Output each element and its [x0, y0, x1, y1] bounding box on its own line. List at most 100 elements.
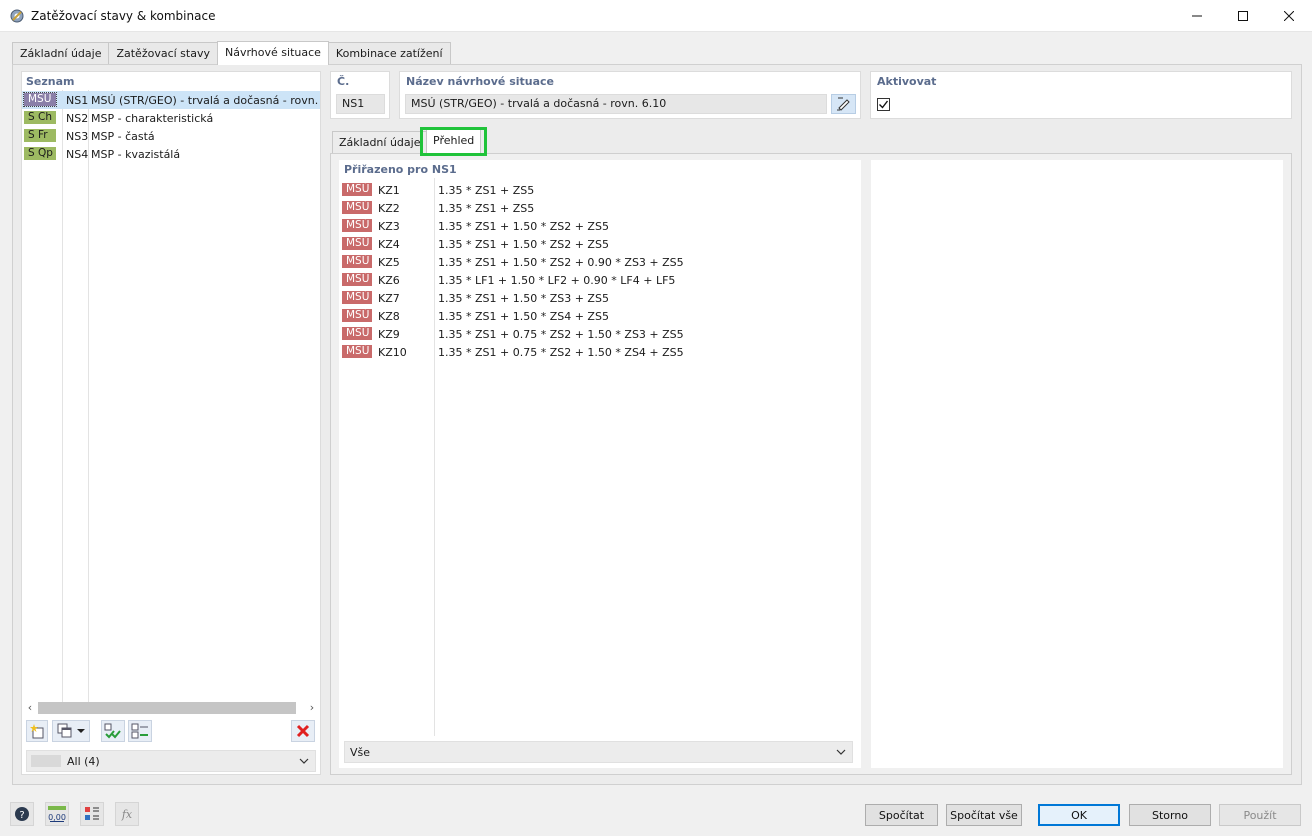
chevron-down-icon — [836, 749, 846, 755]
item-name: MSP - charakteristická — [91, 112, 214, 125]
activate-checkbox[interactable] — [877, 98, 890, 111]
units-button[interactable]: 0,00 — [45, 802, 69, 826]
combination-expression: 1.35 * ZS1 + ZS5 — [438, 202, 535, 215]
compute-button[interactable]: Spočítat — [865, 804, 938, 826]
number-label: Č. — [337, 75, 350, 88]
delete-icon — [296, 724, 310, 738]
uls-badge: MSÚ — [342, 255, 372, 268]
formula-button[interactable]: fx — [115, 802, 139, 826]
list-item-ns1[interactable]: MSÚ NS1 MSÚ (STR/GEO) - trvalá a dočasná… — [22, 91, 320, 109]
assigned-title: Přiřazeno pro NS1 — [344, 163, 457, 176]
combination-expression: 1.35 * ZS1 + 1.50 * ZS3 + ZS5 — [438, 292, 609, 305]
combination-expression: 1.35 * ZS1 + 1.50 * ZS2 + ZS5 — [438, 220, 609, 233]
combination-expression: 1.35 * ZS1 + 1.50 * ZS4 + ZS5 — [438, 310, 609, 323]
combination-row[interactable]: MSÚ KZ9 1.35 * ZS1 + 0.75 * ZS2 + 1.50 *… — [339, 325, 859, 343]
close-icon — [1284, 11, 1294, 21]
item-name: MSÚ (STR/GEO) - trvalá a dočasná - rovn.… — [91, 94, 320, 107]
uls-badge: MSÚ — [342, 345, 372, 358]
uncheck-icon — [131, 723, 148, 739]
maximize-button[interactable] — [1220, 0, 1266, 32]
filter-value: Vše — [350, 746, 371, 759]
svg-text:0,00: 0,00 — [48, 813, 66, 822]
copy-item-button[interactable] — [52, 720, 90, 742]
scroll-right-icon[interactable]: › — [306, 700, 318, 715]
combination-row[interactable]: MSÚ KZ4 1.35 * ZS1 + 1.50 * ZS2 + ZS5 — [339, 235, 859, 253]
combination-row[interactable]: MSÚ KZ7 1.35 * ZS1 + 1.50 * ZS3 + ZS5 — [339, 289, 859, 307]
filter-color-swatch — [31, 755, 61, 767]
type-badge: MSÚ — [23, 92, 57, 107]
ok-button[interactable]: OK — [1038, 804, 1120, 826]
maximize-icon — [1238, 11, 1248, 21]
combination-row[interactable]: MSÚ KZ3 1.35 * ZS1 + 1.50 * ZS2 + ZS5 — [339, 217, 859, 235]
list-item-ns2[interactable]: S Ch NS2 MSP - charakteristická — [22, 109, 320, 127]
delete-button[interactable] — [291, 720, 315, 742]
window-title: Zatěžovací stavy & kombinace — [31, 9, 216, 23]
check-all-button[interactable] — [101, 720, 125, 742]
uncheck-button[interactable] — [128, 720, 152, 742]
title-bar: Zatěžovací stavy & kombinace — [0, 0, 1312, 32]
tab-load-cases[interactable]: Zatěžovací stavy — [108, 42, 218, 64]
uls-badge: MSÚ — [342, 183, 372, 196]
overview-filter-dropdown[interactable]: Vše — [344, 741, 853, 763]
item-name: MSP - kvazistálá — [91, 148, 181, 161]
combination-row[interactable]: MSÚ KZ2 1.35 * ZS1 + ZS5 — [339, 199, 859, 217]
formula-icon: fx — [121, 808, 133, 821]
help-button[interactable]: ? — [10, 802, 34, 826]
filter-value: All (4) — [67, 755, 100, 768]
combination-row[interactable]: MSÚ KZ5 1.35 * ZS1 + 1.50 * ZS2 + 0.90 *… — [339, 253, 859, 271]
tab-basic-data[interactable]: Základní údaje — [12, 42, 110, 64]
combination-row[interactable]: MSÚ KZ1 1.35 * ZS1 + ZS5 — [339, 181, 859, 199]
situation-list[interactable]: MSÚ NS1 MSÚ (STR/GEO) - trvalá a dočasná… — [22, 90, 320, 702]
type-badge: S Fr — [24, 129, 56, 142]
chevron-down-icon — [299, 758, 309, 764]
name-field[interactable]: MSÚ (STR/GEO) - trvalá a dočasná - rovn.… — [405, 94, 827, 114]
minimize-icon — [1192, 15, 1202, 17]
uls-badge: MSÚ — [342, 219, 372, 232]
minimize-button[interactable] — [1174, 0, 1220, 32]
item-name: MSP - častá — [91, 130, 155, 143]
apply-button[interactable]: Použít — [1219, 804, 1301, 826]
chevron-down-icon — [77, 729, 85, 733]
assigned-combinations: Přiřazeno pro NS1 MSÚ KZ1 1.35 * ZS1 + Z… — [339, 160, 861, 768]
copy-icon — [57, 723, 72, 738]
scroll-left-icon[interactable]: ‹ — [24, 700, 36, 715]
combination-row[interactable]: MSÚ KZ6 1.35 * LF1 + 1.50 * LF2 + 0.90 *… — [339, 271, 859, 289]
combination-id: KZ3 — [378, 220, 400, 233]
combination-id: KZ4 — [378, 238, 400, 251]
combination-id: KZ9 — [378, 328, 400, 341]
edit-name-button[interactable] — [831, 94, 856, 114]
name-box: Název návrhové situace MSÚ (STR/GEO) - t… — [399, 71, 861, 119]
item-code: NS2 — [66, 112, 89, 125]
number-box: Č. NS1 — [330, 71, 390, 119]
activate-label: Aktivovat — [877, 75, 937, 88]
combination-row[interactable]: MSÚ KZ10 1.35 * ZS1 + 0.75 * ZS2 + 1.50 … — [339, 343, 859, 361]
uls-badge: MSÚ — [342, 237, 372, 250]
combination-id: KZ7 — [378, 292, 400, 305]
tab-load-combinations[interactable]: Kombinace zatížení — [327, 42, 451, 64]
list-item-ns3[interactable]: S Fr NS3 MSP - častá — [22, 127, 320, 145]
cancel-button[interactable]: Storno — [1129, 804, 1211, 826]
list-item-ns4[interactable]: S Qp NS4 MSP - kvazistálá — [22, 145, 320, 163]
combination-id: KZ10 — [378, 346, 407, 359]
activate-box: Aktivovat — [870, 71, 1292, 119]
list-filter-dropdown[interactable]: All (4) — [26, 750, 316, 772]
tab-design-situations[interactable]: Návrhové situace — [217, 41, 329, 65]
subtab-overview[interactable]: Přehled — [426, 129, 482, 154]
combination-row[interactable]: MSÚ KZ8 1.35 * ZS1 + 1.50 * ZS4 + ZS5 — [339, 307, 859, 325]
horizontal-scrollbar[interactable]: ‹ › — [24, 700, 318, 715]
number-field[interactable]: NS1 — [336, 94, 385, 114]
close-button[interactable] — [1266, 0, 1312, 32]
uls-badge: MSÚ — [342, 309, 372, 322]
svg-text:fx: fx — [121, 808, 133, 821]
new-item-button[interactable] — [26, 720, 48, 742]
combination-id: KZ2 — [378, 202, 400, 215]
detail-pane — [871, 160, 1283, 768]
list-panel: Seznam MSÚ NS1 MSÚ (STR/GEO) - trvalá a … — [21, 71, 321, 775]
subtab-basic-data[interactable]: Základní údaje — [332, 131, 428, 154]
units-icon: 0,00 — [48, 806, 66, 822]
checkmark-icon — [879, 100, 889, 109]
combination-id: KZ8 — [378, 310, 400, 323]
scroll-thumb[interactable] — [38, 702, 296, 714]
model-info-button[interactable] — [80, 802, 104, 826]
compute-all-button[interactable]: Spočítat vše — [946, 804, 1022, 826]
